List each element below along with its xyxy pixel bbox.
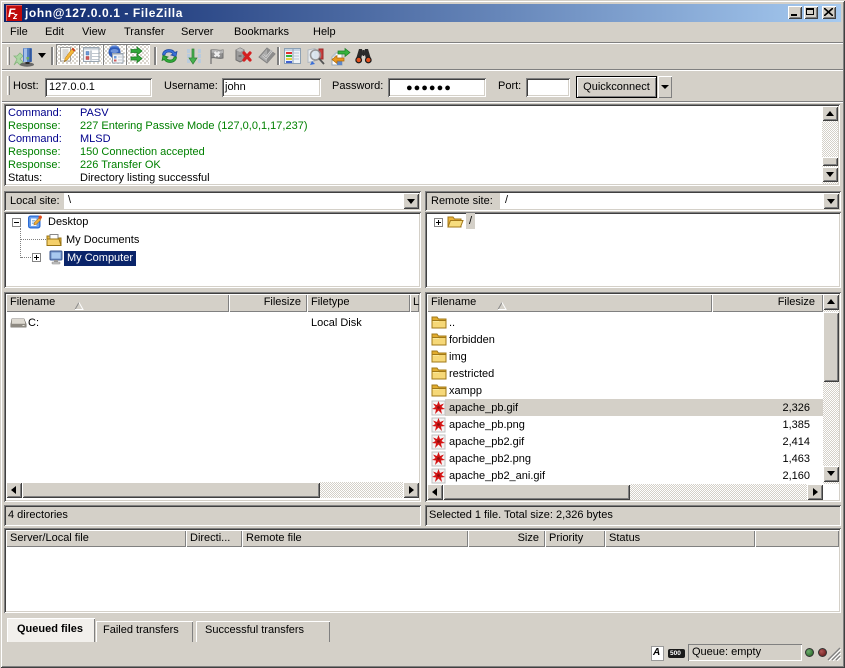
svg-text:z: z [12,11,18,21]
